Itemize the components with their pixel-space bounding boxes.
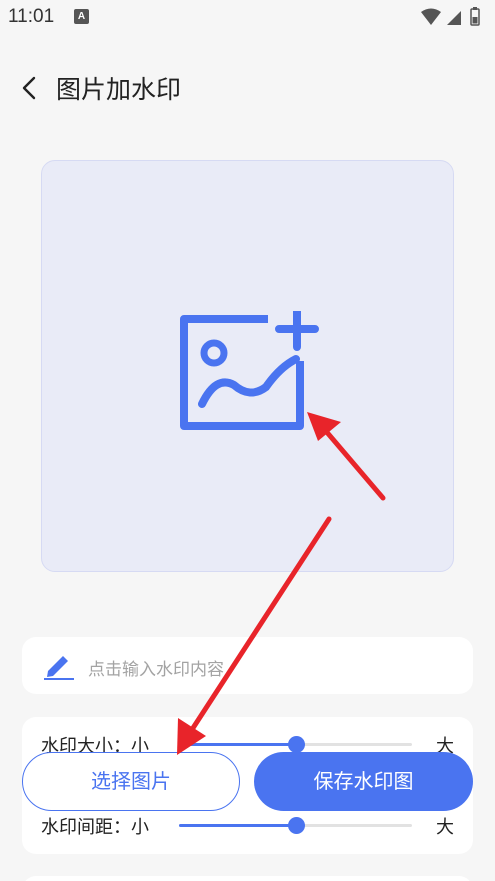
battery-icon <box>470 7 480 26</box>
status-time: 11:01 <box>8 6 55 27</box>
watermark-spacing-slider[interactable] <box>179 817 412 834</box>
chevron-left-icon <box>22 76 36 100</box>
add-image-icon[interactable] <box>180 307 320 435</box>
watermark-size-thumb[interactable] <box>287 736 305 753</box>
bottom-card <box>22 876 473 881</box>
watermark-spacing-label: 水印间距：小 <box>41 817 149 838</box>
select-image-button[interactable]: 选择图片 <box>22 752 240 811</box>
pen-icon <box>42 651 76 685</box>
watermark-spacing-max-label: 大 <box>436 817 454 838</box>
back-button[interactable] <box>14 72 46 104</box>
notification-icon: A <box>74 9 89 24</box>
status-bar: 11:01 A <box>0 0 495 34</box>
watermark-text-field[interactable]: 点击输入水印内容 <box>22 637 473 694</box>
app-bar: 图片加水印 <box>0 60 495 116</box>
save-watermark-button[interactable]: 保存水印图 <box>254 752 473 811</box>
watermark-spacing-fill <box>179 824 296 827</box>
watermark-size-fill <box>179 743 296 746</box>
signal-icon <box>447 11 461 25</box>
image-picker-area[interactable] <box>41 160 454 572</box>
watermark-spacing-row: 水印间距：小 大 <box>22 811 473 841</box>
watermark-input-placeholder: 点击输入水印内容 <box>88 660 224 680</box>
page-title: 图片加水印 <box>56 75 182 104</box>
watermark-spacing-thumb[interactable] <box>287 817 305 834</box>
status-icons <box>419 6 485 32</box>
wifi-icon <box>421 8 441 25</box>
watermark-size-slider[interactable] <box>179 736 412 753</box>
